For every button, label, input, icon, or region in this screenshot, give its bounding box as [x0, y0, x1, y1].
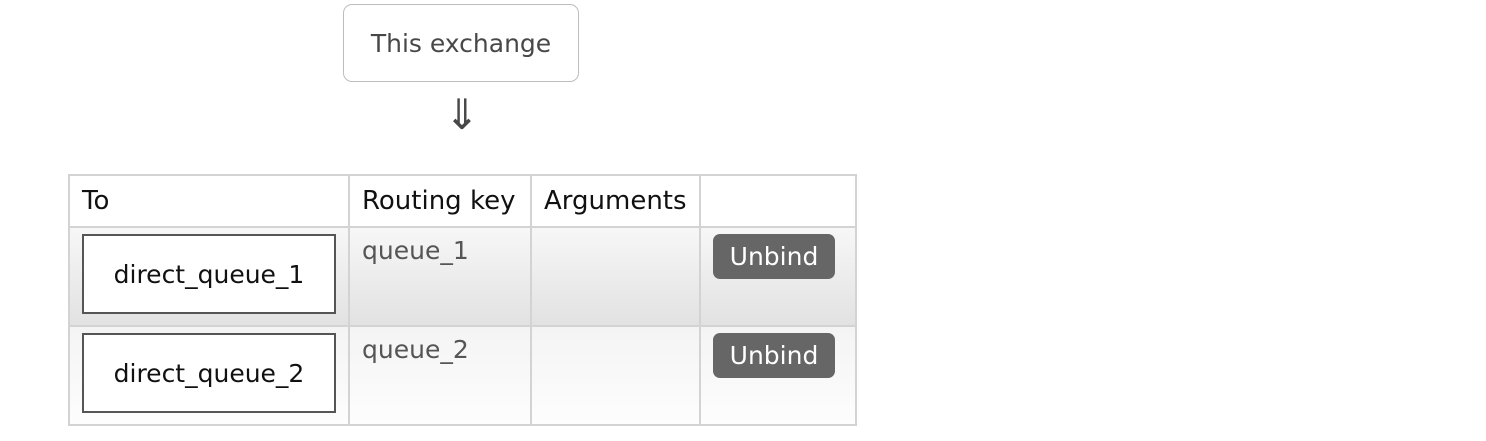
- header-to: To: [68, 174, 350, 228]
- unbind-button[interactable]: Unbind: [713, 333, 835, 378]
- arguments-cell: [530, 226, 701, 327]
- queue-link[interactable]: direct_queue_1: [82, 234, 336, 314]
- actions-cell: Unbind: [699, 226, 857, 327]
- bindings-table: To Routing key Arguments direct_queue_1 …: [68, 174, 857, 426]
- down-arrow-icon: ⇓: [444, 90, 480, 139]
- table-header-row: To Routing key Arguments: [68, 174, 857, 228]
- to-cell: direct_queue_2: [68, 325, 350, 426]
- arguments-cell: [530, 325, 701, 426]
- bindings-panel: This exchange ⇓ To Routing key Arguments…: [0, 0, 1486, 441]
- header-arguments: Arguments: [530, 174, 701, 228]
- routing-key-cell: queue_2: [348, 325, 532, 426]
- header-routing-key: Routing key: [348, 174, 532, 228]
- table-row: direct_queue_2 queue_2 Unbind: [68, 325, 857, 426]
- to-cell: direct_queue_1: [68, 226, 350, 327]
- unbind-button[interactable]: Unbind: [713, 234, 835, 279]
- routing-key-cell: queue_1: [348, 226, 532, 327]
- this-exchange-node: This exchange: [343, 4, 579, 82]
- queue-link[interactable]: direct_queue_2: [82, 333, 336, 413]
- header-actions: [699, 174, 857, 228]
- actions-cell: Unbind: [699, 325, 857, 426]
- table-row: direct_queue_1 queue_1 Unbind: [68, 226, 857, 327]
